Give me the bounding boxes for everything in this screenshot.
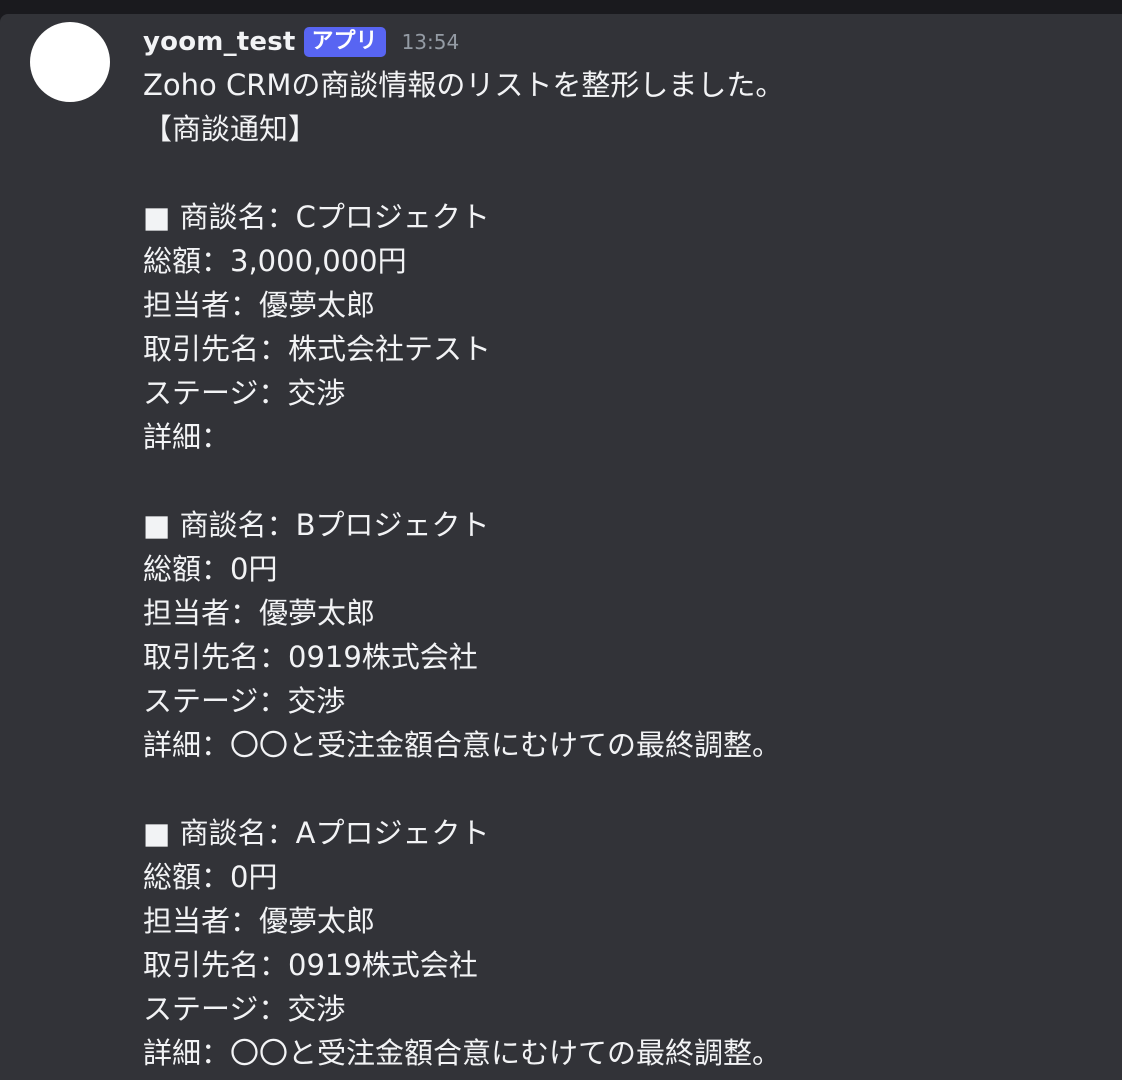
deal-detail: 詳細： (143, 420, 231, 454)
deal-owner: 担当者：優夢太郎 (143, 288, 376, 322)
deal-block: ■ 商談名：Cプロジェクト 総額：3,000,000円 担当者：優夢太郎 取引先… (143, 195, 1103, 459)
message-body: Zoho CRMの商談情報のリストを整形しました。 【商談通知】 ■ 商談名：C… (143, 63, 1103, 1075)
deal-name: ■ 商談名：Cプロジェクト (143, 200, 490, 234)
intro-text: Zoho CRMの商談情報のリストを整形しました。 (143, 68, 785, 102)
deal-name: ■ 商談名：Bプロジェクト (143, 508, 490, 542)
avatar[interactable] (30, 22, 110, 102)
app-badge: アプリ (303, 27, 386, 57)
deal-name: ■ 商談名：Aプロジェクト (143, 816, 490, 850)
deal-stage: ステージ：交渉 (143, 376, 346, 410)
deal-account: 取引先名：0919株式会社 (143, 640, 478, 674)
deal-amount: 総額：3,000,000円 (143, 244, 407, 278)
message-header: yoom_test アプリ 13:54 (143, 23, 459, 61)
deal-detail: 詳細：〇〇と受注金額合意にむけての最終調整。 (143, 1036, 782, 1070)
deal-stage: ステージ：交渉 (143, 992, 346, 1026)
deal-detail: 詳細：〇〇と受注金額合意にむけての最終調整。 (143, 728, 782, 762)
username[interactable]: yoom_test (143, 27, 296, 57)
deal-owner: 担当者：優夢太郎 (143, 596, 376, 630)
deal-stage: ステージ：交渉 (143, 684, 346, 718)
top-bar (0, 0, 1122, 14)
deal-amount: 総額：0円 (143, 552, 278, 586)
heading-text: 【商談通知】 (143, 112, 318, 146)
deal-account: 取引先名：0919株式会社 (143, 948, 478, 982)
deal-owner: 担当者：優夢太郎 (143, 904, 376, 938)
deal-account: 取引先名：株式会社テスト (143, 332, 492, 366)
deal-amount: 総額：0円 (143, 860, 278, 894)
deal-block: ■ 商談名：Aプロジェクト 総額：0円 担当者：優夢太郎 取引先名：0919株式… (143, 811, 1103, 1075)
timestamp[interactable]: 13:54 (402, 30, 460, 54)
deal-block: ■ 商談名：Bプロジェクト 総額：0円 担当者：優夢太郎 取引先名：0919株式… (143, 503, 1103, 767)
chat-message[interactable]: yoom_test アプリ 13:54 Zoho CRMの商談情報のリストを整形… (0, 14, 1122, 1080)
